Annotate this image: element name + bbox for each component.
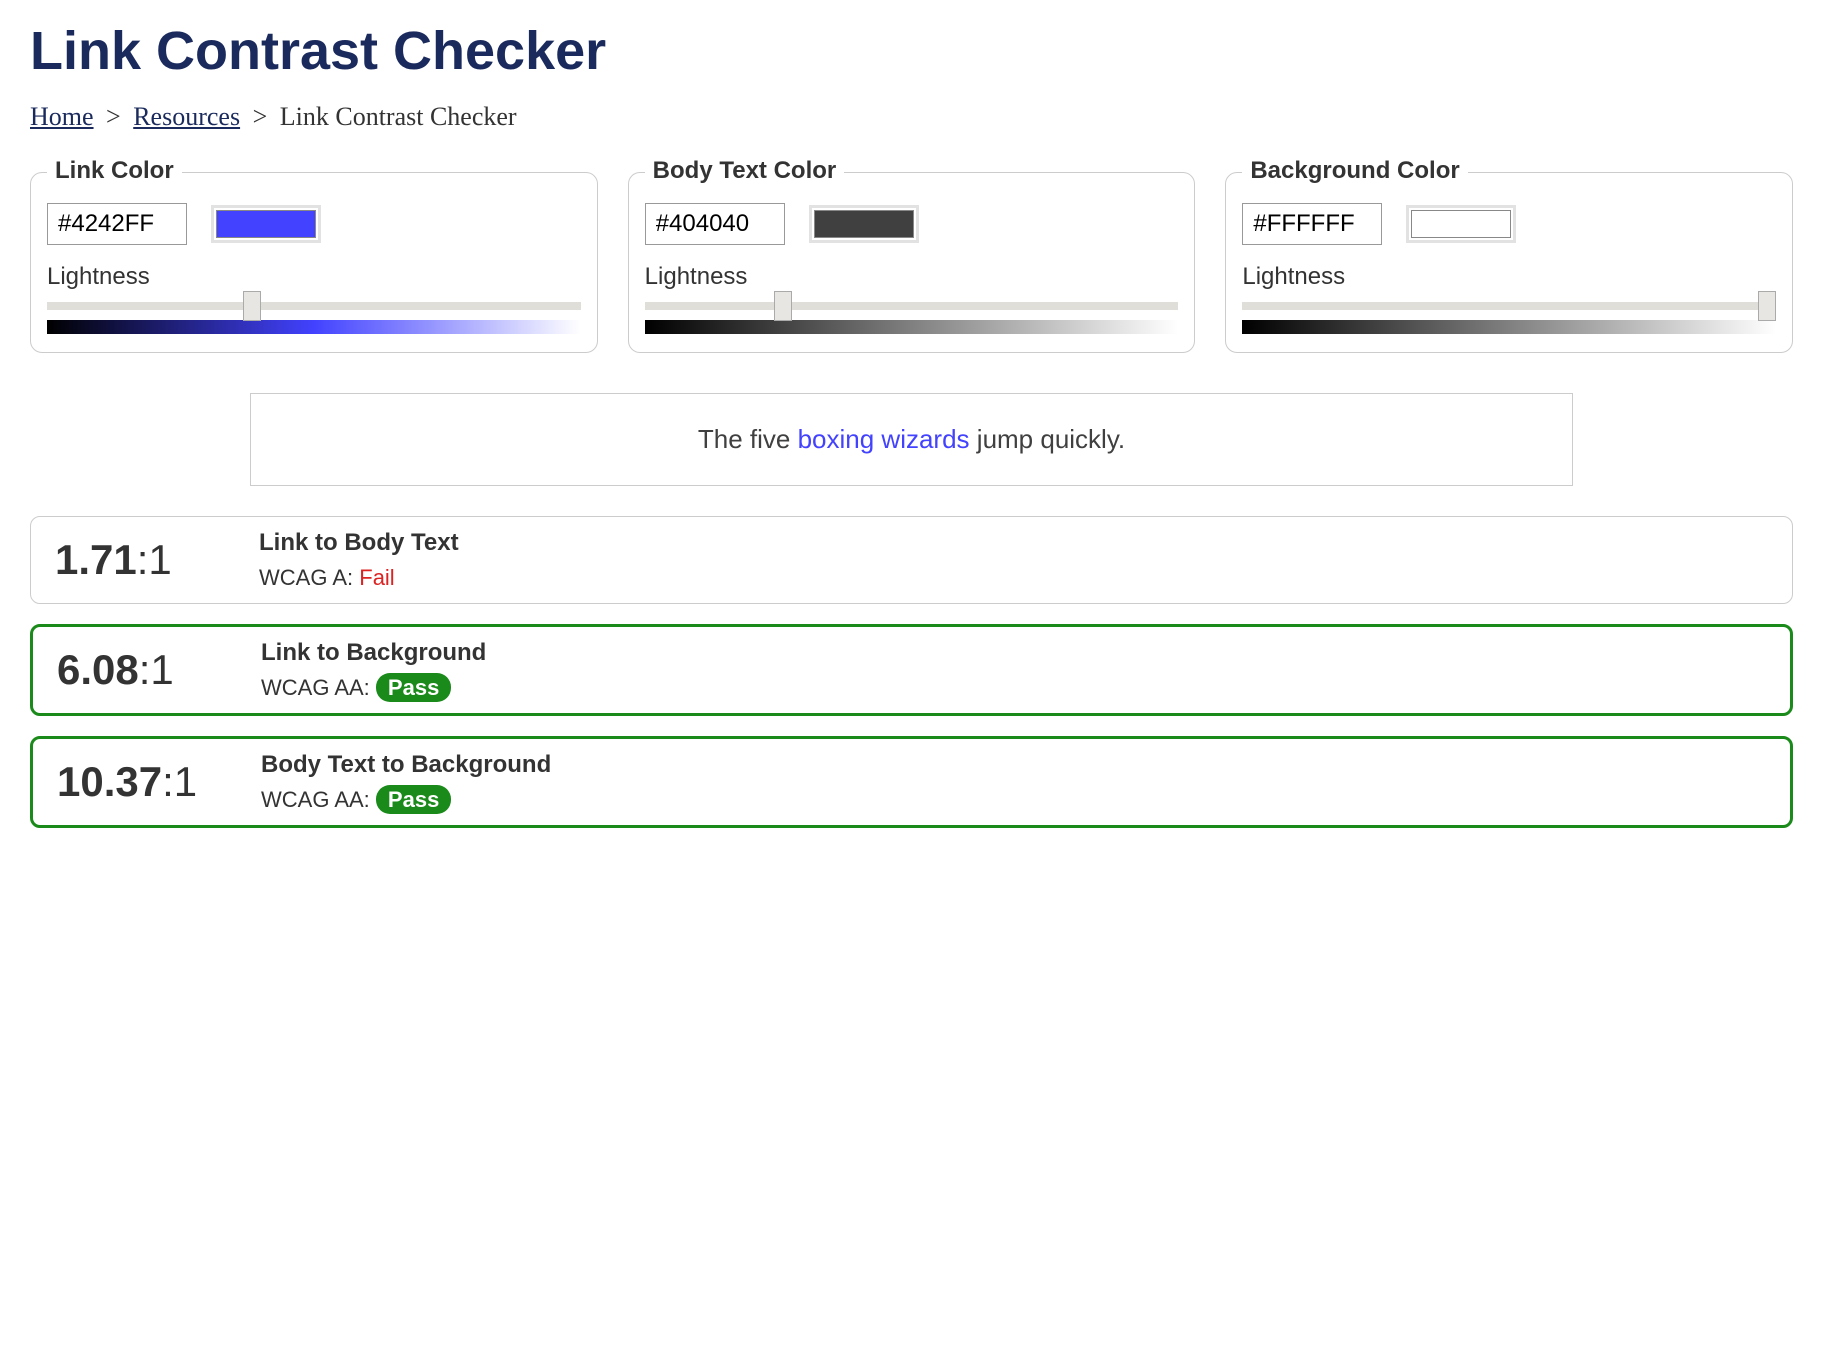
result-details: Body Text to Background WCAG AA: Pass — [261, 751, 1766, 813]
result-title: Body Text to Background — [261, 751, 1766, 779]
sample-text-after: jump quickly. — [970, 424, 1126, 454]
fail-text: Fail — [359, 565, 394, 590]
link-color-legend: Link Color — [47, 157, 182, 185]
result-title: Link to Background — [261, 639, 1766, 667]
breadcrumb: Home > Resources > Link Contrast Checker — [30, 102, 1793, 132]
contrast-ratio: 6.08:1 — [57, 646, 227, 694]
result-status: WCAG AA: Pass — [261, 675, 1766, 701]
result-status: WCAG A: Fail — [259, 565, 1768, 591]
body-text-color-swatch-button[interactable] — [809, 205, 919, 243]
result-card: 1.71:1 Link to Body Text WCAG A: Fail — [30, 516, 1793, 604]
background-color-hex-input[interactable] — [1242, 203, 1382, 245]
bg-lightness-slider[interactable] — [1242, 302, 1776, 310]
background-color-legend: Background Color — [1242, 157, 1467, 185]
result-card: 10.37:1 Body Text to Background WCAG AA: P… — [30, 736, 1793, 828]
results-list: 1.71:1Link to Body TextWCAG A: Fail6.08:… — [30, 516, 1793, 828]
wcag-level-label: WCAG A: — [259, 565, 359, 590]
contrast-ratio: 10.37:1 — [57, 758, 227, 806]
link-color-hex-input[interactable] — [47, 203, 187, 245]
link-lightness-label: Lightness — [47, 263, 581, 291]
contrast-ratio-value: 1.71 — [55, 536, 137, 583]
page-title: Link Contrast Checker — [30, 20, 1793, 82]
result-status: WCAG AA: Pass — [261, 787, 1766, 813]
result-details: Link to Body Text WCAG A: Fail — [259, 529, 1768, 591]
result-card: 6.08:1 Link to Background WCAG AA: Pass — [30, 624, 1793, 716]
contrast-ratio-suffix: :1 — [139, 646, 174, 693]
contrast-ratio-value: 6.08 — [57, 646, 139, 693]
contrast-ratio-suffix: :1 — [137, 536, 172, 583]
contrast-ratio-value: 10.37 — [57, 758, 162, 805]
body-lightness-slider[interactable] — [645, 302, 1179, 310]
body-text-color-swatch — [814, 210, 914, 238]
body-text-color-panel: Body Text Color Lightness — [628, 172, 1196, 353]
body-text-color-legend: Body Text Color — [645, 157, 845, 185]
result-title: Link to Body Text — [259, 529, 1768, 557]
background-color-swatch-button[interactable] — [1406, 205, 1516, 243]
link-lightness-gradient — [47, 320, 581, 334]
body-lightness-gradient — [645, 320, 1179, 334]
bg-lightness-gradient — [1242, 320, 1776, 334]
body-text-color-hex-input[interactable] — [645, 203, 785, 245]
breadcrumb-resources-link[interactable]: Resources — [133, 102, 240, 131]
body-lightness-label: Lightness — [645, 263, 1179, 291]
link-color-swatch — [216, 210, 316, 238]
background-color-panel: Background Color Lightness — [1225, 172, 1793, 353]
sample-link-text: boxing wizards — [798, 424, 970, 454]
breadcrumb-home-link[interactable]: Home — [30, 102, 94, 131]
breadcrumb-separator: > — [253, 102, 268, 131]
link-lightness-slider[interactable] — [47, 302, 581, 310]
breadcrumb-separator: > — [106, 102, 121, 131]
contrast-ratio-suffix: :1 — [162, 758, 197, 805]
wcag-level-label: WCAG AA: — [261, 787, 376, 812]
result-details: Link to Background WCAG AA: Pass — [261, 639, 1766, 701]
sample-text-box: The five boxing wizards jump quickly. — [250, 393, 1572, 486]
background-color-swatch — [1411, 210, 1511, 238]
link-color-swatch-button[interactable] — [211, 205, 321, 243]
bg-lightness-label: Lightness — [1242, 263, 1776, 291]
pass-badge: Pass — [376, 673, 451, 702]
color-panels-row: Link Color Lightness Body Text Color Lig… — [30, 172, 1793, 353]
pass-badge: Pass — [376, 785, 451, 814]
contrast-ratio: 1.71:1 — [55, 536, 225, 584]
link-color-panel: Link Color Lightness — [30, 172, 598, 353]
wcag-level-label: WCAG AA: — [261, 675, 376, 700]
sample-text-before: The five — [698, 424, 798, 454]
breadcrumb-current: Link Contrast Checker — [280, 102, 517, 131]
